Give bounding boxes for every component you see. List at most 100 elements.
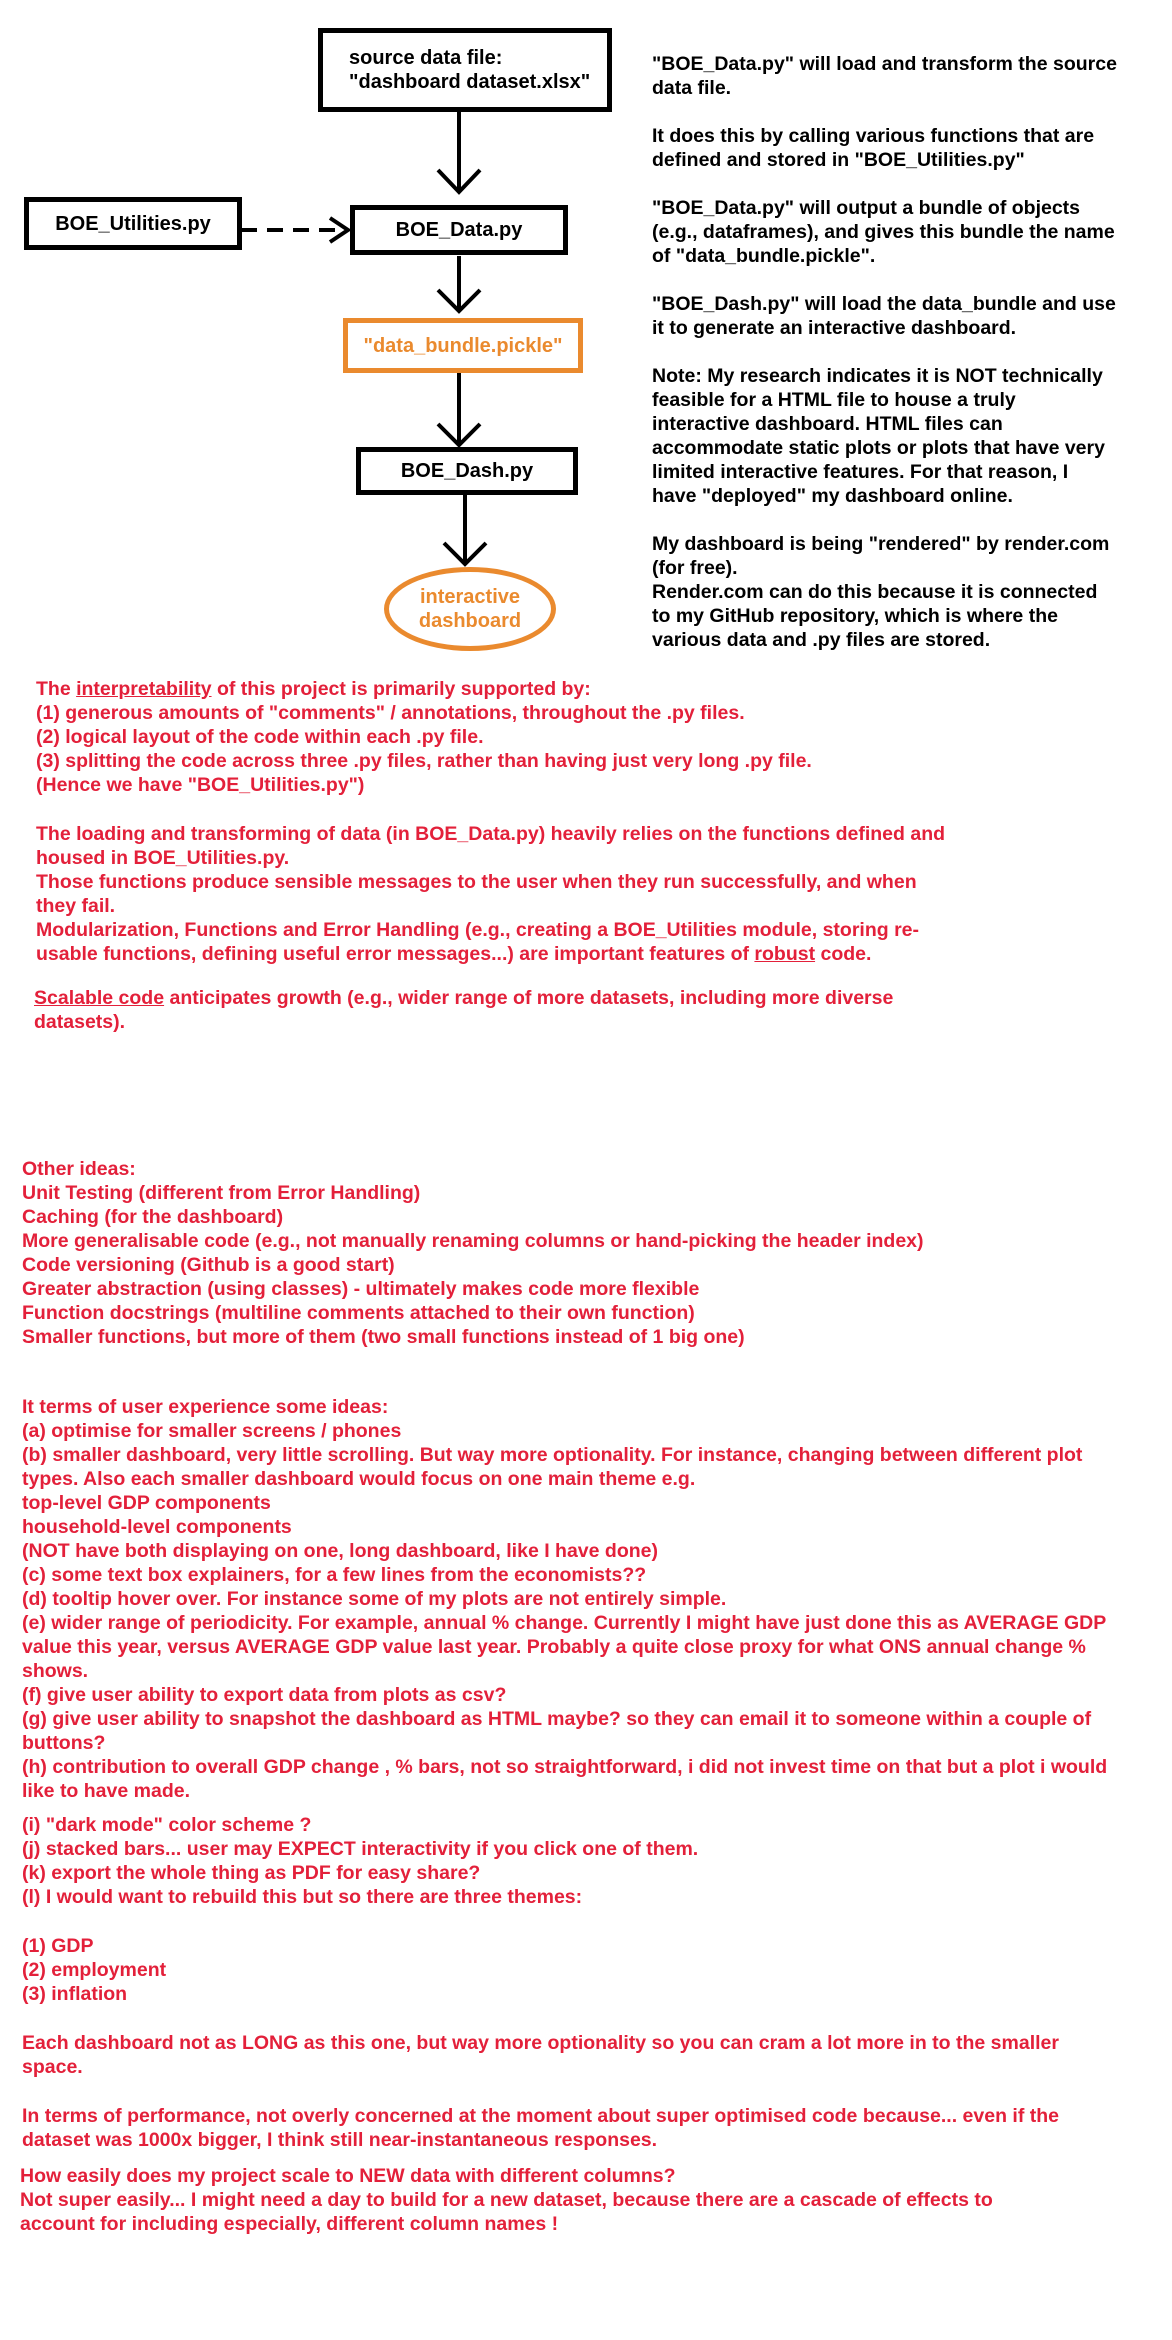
robust-last-line: usable functions, defining useful error … bbox=[36, 942, 1136, 966]
explanation-line: My dashboard is being "rendered" by rend… bbox=[652, 533, 1110, 555]
arrow-source-to-data bbox=[436, 112, 482, 195]
ux-ideas-line: It terms of user experience some ideas: bbox=[22, 1396, 389, 1418]
explanation-line: "BOE_Data.py" will output a bundle of ob… bbox=[652, 197, 1081, 219]
other-ideas-line: Function docstrings (multiline comments … bbox=[22, 1302, 695, 1324]
explanation-line: feasible for a HTML file to house a trul… bbox=[652, 389, 1016, 411]
ux-ideas-line: (c) some text box explainers, for a few … bbox=[22, 1564, 647, 1586]
other-ideas-line: Caching (for the dashboard) bbox=[22, 1206, 284, 1228]
node-data-bundle-pickle: "data_bundle.pickle" bbox=[343, 318, 583, 373]
interpretability-line: (2) logical layout of the code within ea… bbox=[36, 726, 484, 748]
explanation-text: "BOE_Data.py" will load and transform th… bbox=[652, 52, 1162, 652]
more-ideas-line: (j) stacked bars... user may EXPECT inte… bbox=[22, 1838, 699, 1860]
other-ideas-line: Greater abstraction (using classes) - ul… bbox=[22, 1278, 700, 1300]
more-ideas-line: (l) I would want to rebuild this but so … bbox=[22, 1886, 583, 1908]
explanation-line: Note: My research indicates it is NOT te… bbox=[652, 365, 1103, 387]
explanation-line: "BOE_Data.py" will load and transform th… bbox=[652, 53, 1117, 75]
explanation-line: It does this by calling various function… bbox=[652, 125, 1095, 147]
explanation-line: have "deployed" my dashboard online. bbox=[652, 485, 1013, 507]
other-ideas-line: Smaller functions, but more of them (two… bbox=[22, 1326, 745, 1348]
interpretability-suffix: of this project is primarily supported b… bbox=[211, 678, 591, 700]
ux-ideas-line: (a) optimise for smaller screens / phone… bbox=[22, 1420, 402, 1442]
explanation-line: (e.g., dataframes), and gives this bundl… bbox=[652, 221, 1115, 243]
robust-line: The loading and transforming of data (in… bbox=[36, 823, 946, 845]
robust-lines: The loading and transforming of data (in… bbox=[36, 822, 1136, 942]
interpretability-list: (1) generous amounts of "comments" / ann… bbox=[36, 701, 1136, 797]
node-boe-dash: BOE_Dash.py bbox=[356, 447, 578, 495]
ux-ideas-line: (f) give user ability to export data fro… bbox=[22, 1684, 507, 1706]
new-data-line: How easily does my project scale to NEW … bbox=[20, 2165, 676, 2187]
explanation-line: it to generate an interactive dashboard. bbox=[652, 317, 1017, 339]
node-utilities-label: BOE_Utilities.py bbox=[55, 212, 211, 235]
interpretability-term: interpretability bbox=[76, 678, 212, 700]
explanation-line: of "data_bundle.pickle". bbox=[652, 245, 876, 267]
node-source-data-file: source data file: "dashboard dataset.xls… bbox=[318, 28, 612, 112]
performance-line: In terms of performance, not overly conc… bbox=[22, 2105, 1059, 2127]
explanation-line: Render.com can do this because it is con… bbox=[652, 581, 1098, 603]
explanation-paragraph: Note: My research indicates it is NOT te… bbox=[652, 364, 1162, 508]
robust-line: Modularization, Functions and Error Hand… bbox=[36, 919, 920, 941]
robust-line: Those functions produce sensible message… bbox=[36, 871, 917, 893]
node-boe-utilities: BOE_Utilities.py bbox=[24, 197, 242, 250]
explanation-line: limited interactive features. For that r… bbox=[652, 461, 1069, 483]
theme-line: (1) GDP bbox=[22, 1935, 94, 1957]
ux-ideas-line: buttons? bbox=[22, 1732, 106, 1754]
explanation-line: interactive dashboard. HTML files can bbox=[652, 413, 1003, 435]
theme-line: (3) inflation bbox=[22, 1983, 128, 2005]
explanation-paragraph: "BOE_Dash.py" will load the data_bundle … bbox=[652, 292, 1162, 340]
ux-ideas-line: (g) give user ability to snapshot the da… bbox=[22, 1708, 1092, 1730]
new-data-line: Not super easily... I might need a day t… bbox=[20, 2189, 993, 2211]
more-ideas-list: (i) "dark mode" color scheme ? (j) stacke… bbox=[22, 1813, 1162, 1909]
ux-ideas-line: (h) contribution to overall GDP change ,… bbox=[22, 1756, 1108, 1778]
robust-section: The loading and transforming of data (in… bbox=[36, 822, 1136, 966]
scalable-line-1: Scalable code anticipates growth (e.g., … bbox=[34, 986, 1134, 1010]
new-data-line: account for including especially, differ… bbox=[20, 2213, 559, 2235]
performance-line: dataset was 1000x bigger, I think still … bbox=[22, 2129, 658, 2151]
node-interactive-dashboard: interactive dashboard bbox=[384, 567, 556, 651]
more-ideas-line: (k) export the whole thing as PDF for ea… bbox=[22, 1862, 481, 1884]
robust-line: housed in BOE_Utilities.py. bbox=[36, 847, 290, 869]
more-ideas-line: (i) "dark mode" color scheme ? bbox=[22, 1814, 312, 1836]
interpretability-section: The interpretability of this project is … bbox=[36, 677, 1136, 797]
arrow-data-to-pickle bbox=[436, 256, 482, 314]
node-data-label: BOE_Data.py bbox=[395, 219, 523, 241]
interpretability-line: (3) splitting the code across three .py … bbox=[36, 750, 812, 772]
explanation-paragraph: "BOE_Data.py" will output a bundle of ob… bbox=[652, 196, 1162, 268]
arrow-pickle-to-dash bbox=[436, 373, 482, 448]
explanation-line: (for free). bbox=[652, 557, 738, 579]
node-boe-data: BOE_Data.py bbox=[350, 205, 568, 255]
interpretability-heading: The interpretability of this project is … bbox=[36, 677, 1136, 701]
robust-term: robust bbox=[754, 943, 816, 965]
scalable-term: Scalable code bbox=[34, 987, 165, 1009]
other-ideas-line: Code versioning (Github is a good start) bbox=[22, 1254, 395, 1276]
other-ideas-line: More generalisable code (e.g., not manua… bbox=[22, 1230, 924, 1252]
explanation-line: data file. bbox=[652, 77, 732, 99]
explanation-line: to my GitHub repository, which is where … bbox=[652, 605, 1058, 627]
interpretability-line: (Hence we have "BOE_Utilities.py") bbox=[36, 774, 365, 796]
explanation-line: various data and .py files are stored. bbox=[652, 629, 991, 651]
explanation-line: defined and stored in "BOE_Utilities.py" bbox=[652, 149, 1025, 171]
interpretability-prefix: The bbox=[36, 678, 77, 700]
ux-ideas-line: shows. bbox=[22, 1660, 89, 1682]
node-pickle-label: "data_bundle.pickle" bbox=[363, 334, 563, 357]
flow-diagram: source data file: "dashboard dataset.xls… bbox=[0, 0, 612, 660]
robust-last-suffix: code. bbox=[815, 943, 872, 965]
node-dashboard-label: interactive dashboard bbox=[418, 586, 522, 632]
explanation-line: accommodate static plots or plots that h… bbox=[652, 437, 1105, 459]
each-dashboard-line: space. bbox=[22, 2056, 83, 2078]
arrow-dash-to-dashboard bbox=[442, 494, 488, 567]
explanation-paragraph: My dashboard is being "rendered" by rend… bbox=[652, 532, 1162, 652]
ux-ideas-line: top-level GDP components bbox=[22, 1492, 271, 1514]
ux-ideas-list: It terms of user experience some ideas:(… bbox=[22, 1395, 1162, 1803]
node-dash-label: BOE_Dash.py bbox=[400, 460, 534, 482]
each-dashboard-line: Each dashboard not as LONG as this one, … bbox=[22, 2032, 1059, 2054]
interpretability-line: (1) generous amounts of "comments" / ann… bbox=[36, 702, 745, 724]
explanation-paragraph: "BOE_Data.py" will load and transform th… bbox=[652, 52, 1162, 100]
ux-ideas-line: value this year, versus AVERAGE GDP valu… bbox=[22, 1636, 1086, 1658]
each-dashboard-note: Each dashboard not as LONG as this one, … bbox=[22, 2031, 1162, 2079]
other-ideas-list: Other ideas: Unit Testing (different from… bbox=[22, 1157, 1142, 1349]
other-ideas-line: Unit Testing (different from Error Handl… bbox=[22, 1182, 421, 1204]
robust-last-prefix: usable functions, defining useful error … bbox=[36, 943, 755, 965]
explanation-paragraph: It does this by calling various function… bbox=[652, 124, 1162, 172]
theme-line: (2) employment bbox=[22, 1959, 167, 1981]
scalable-suffix: anticipates growth (e.g., wider range of… bbox=[164, 987, 894, 1009]
